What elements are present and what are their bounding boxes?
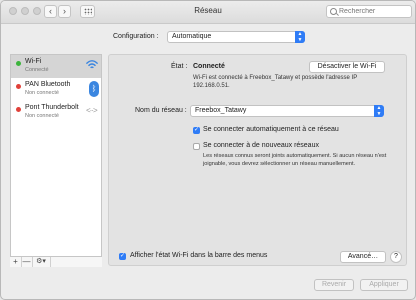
search-input[interactable] <box>339 6 409 17</box>
service-status: Non connecté <box>25 90 59 96</box>
revert-button[interactable]: Revenir <box>314 279 354 291</box>
service-name: PAN Bluetooth <box>25 81 71 88</box>
network-name-value: Freebox_Tatawy <box>195 107 247 114</box>
bluetooth-icon: ᛒ <box>89 81 99 97</box>
sidebar-item-thunderbolt-bridge[interactable]: Pont Thunderbolt Non connecté <··> <box>11 101 101 124</box>
auto-join-label: Se connecter automatiquement à ce réseau <box>203 126 339 133</box>
ask-join-label: Se connecter à de nouveaux réseaux <box>203 142 319 149</box>
select-arrows-icon: ▲ ▼ <box>374 105 384 117</box>
status-dot-disconnected <box>16 107 21 112</box>
services-sidebar: Wi-Fi Connecté PAN Bluetooth Non connect… <box>10 54 102 266</box>
service-status: Non connecté <box>25 113 59 119</box>
sidebar-toolbar: + — ⚙▾ <box>10 256 102 267</box>
show-wifi-status-label: Afficher l'état Wi-Fi dans la barre des … <box>130 252 268 259</box>
service-status: Connecté <box>25 67 49 73</box>
status-dot-disconnected <box>16 84 21 89</box>
ask-join-description: Les réseaux connus seront joints automat… <box>203 153 387 167</box>
disable-wifi-button[interactable]: Désactiver le Wi-Fi <box>309 61 385 73</box>
auto-join-checkbox[interactable]: ✓ <box>193 127 200 134</box>
status-description: Wi-Fi est connecté à Freebox_Tatawy et p… <box>193 75 358 89</box>
show-wifi-status-checkbox[interactable]: ✓ <box>119 253 126 260</box>
status-label: État : <box>171 63 188 70</box>
network-preferences-window: ‹ › Réseau Configuration : Automatique ▲… <box>0 0 416 300</box>
network-name-label: Nom du réseau : <box>135 107 187 114</box>
help-button[interactable]: ? <box>390 251 402 263</box>
wifi-icon <box>85 60 99 69</box>
search-icon <box>330 8 337 15</box>
network-name-select[interactable]: Freebox_Tatawy ▲ ▼ <box>190 105 384 117</box>
search-field[interactable] <box>326 5 412 18</box>
service-name: Pont Thunderbolt <box>25 104 79 111</box>
configuration-select[interactable]: Automatique ▲ ▼ <box>167 31 305 43</box>
ask-join-checkbox[interactable] <box>193 143 200 150</box>
gear-menu-button[interactable]: ⚙▾ <box>32 257 51 267</box>
configuration-value: Automatique <box>172 33 212 40</box>
sidebar-item-bluetooth-pan[interactable]: PAN Bluetooth Non connecté ᛒ <box>11 78 101 101</box>
service-name: Wi-Fi <box>25 58 42 65</box>
configuration-label: Configuration : <box>113 33 159 40</box>
apply-button[interactable]: Appliquer <box>360 279 408 291</box>
advanced-button[interactable]: Avancé… <box>340 251 386 263</box>
select-arrows-icon: ▲ ▼ <box>295 31 305 43</box>
sidebar-item-wifi[interactable]: Wi-Fi Connecté <box>11 55 101 78</box>
status-value: Connecté <box>193 63 225 70</box>
thunderbolt-bridge-icon: <··> <box>86 106 98 115</box>
status-dot-connected <box>16 61 21 66</box>
title-bar: ‹ › Réseau <box>1 1 415 24</box>
